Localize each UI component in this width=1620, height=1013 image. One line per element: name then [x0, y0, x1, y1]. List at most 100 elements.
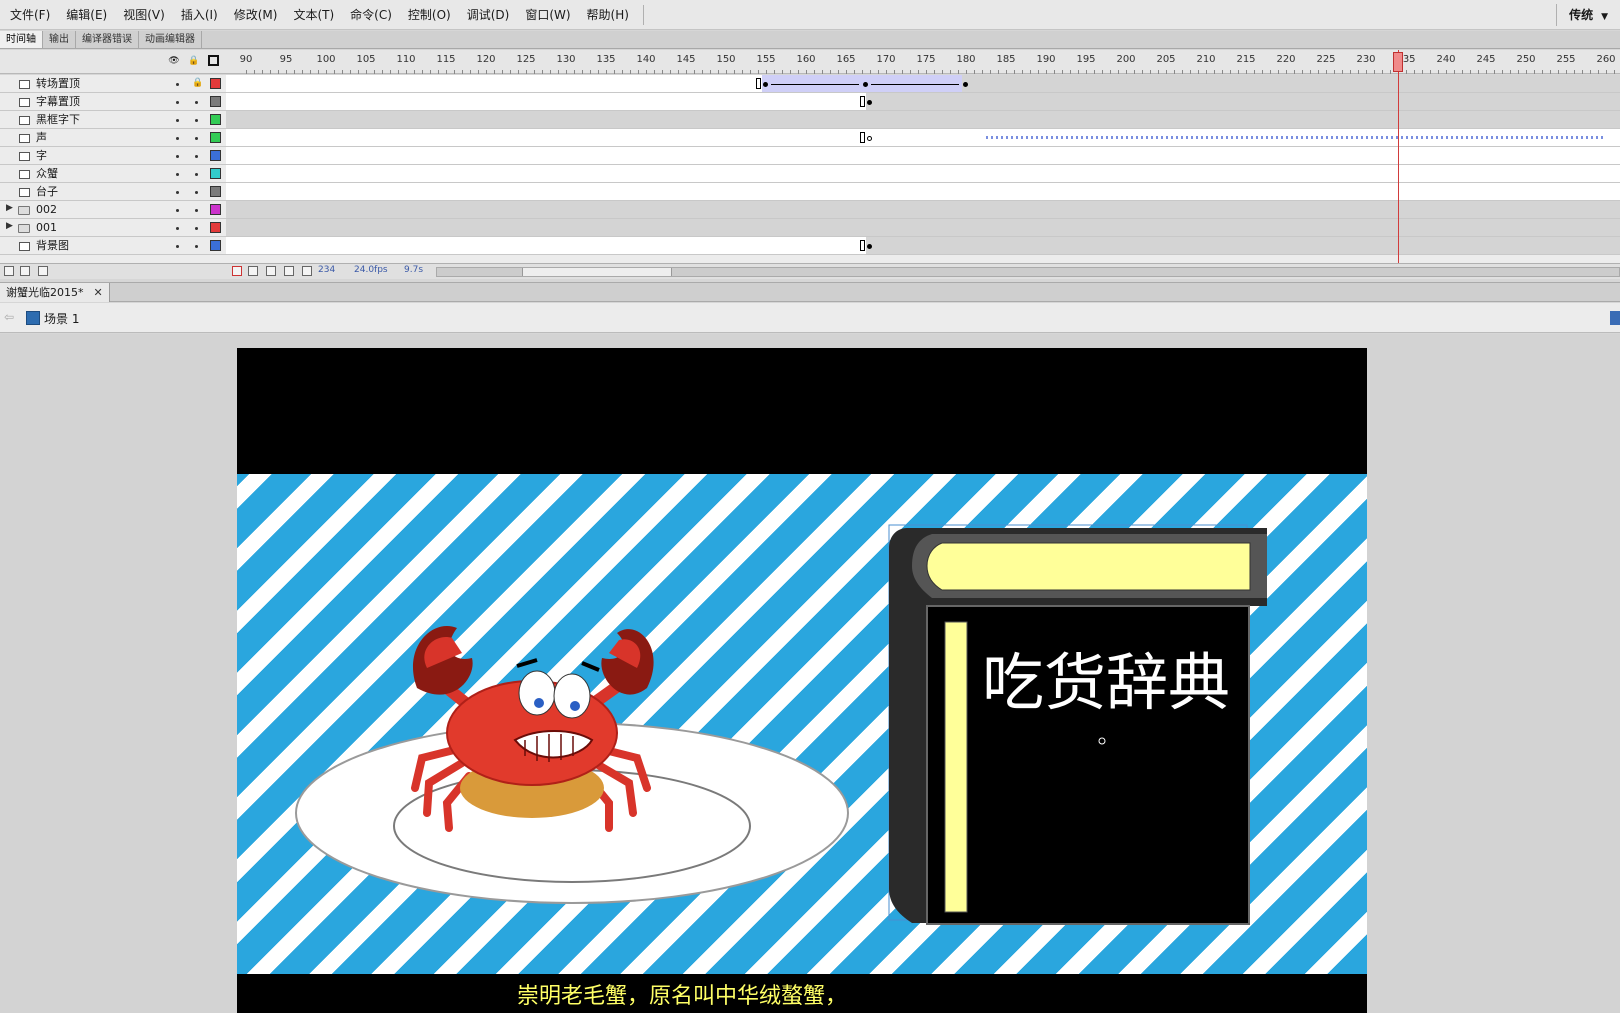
- outline-color-swatch[interactable]: [210, 222, 221, 233]
- lock-icon[interactable]: 🔒: [188, 55, 200, 67]
- frame-ruler[interactable]: 90 95 100 105 110 115 120 125 130 135 140 145 150 155…: [226, 50, 1620, 74]
- layer-row[interactable]: 字幕置顶: [0, 93, 1620, 111]
- layer-row[interactable]: ▶ 001: [0, 219, 1620, 237]
- playhead-handle[interactable]: [1393, 52, 1403, 72]
- frame-track[interactable]: [226, 93, 1620, 110]
- outline-color-swatch[interactable]: [210, 132, 221, 143]
- subtitle-text[interactable]: 崇明老毛蟹，原名叫中华绒螯蟹，: [237, 974, 1367, 1013]
- stage[interactable]: 吃货辞典 崇明老毛蟹，原名叫中华绒螯蟹，: [237, 348, 1367, 1013]
- expand-arrow-icon[interactable]: ▶: [6, 221, 13, 231]
- book-title[interactable]: 吃货辞典: [982, 648, 1242, 718]
- outline-color-swatch[interactable]: [210, 150, 221, 161]
- keyframe[interactable]: [867, 136, 872, 141]
- keyframe[interactable]: [867, 244, 872, 249]
- delete-layer-icon[interactable]: [38, 266, 48, 276]
- layer-row[interactable]: ▶ 002: [0, 201, 1620, 219]
- close-icon[interactable]: ✕: [94, 283, 103, 302]
- frame-track[interactable]: [226, 201, 1620, 218]
- visibility-toggle[interactable]: [176, 155, 179, 158]
- frame-track[interactable]: [226, 75, 1620, 92]
- tab-compiler-errors[interactable]: 编译器错误: [76, 31, 139, 48]
- layer-row[interactable]: 字: [0, 147, 1620, 165]
- end-frame[interactable]: [756, 78, 761, 89]
- outline-color-swatch[interactable]: [210, 204, 221, 215]
- visibility-toggle[interactable]: [176, 209, 179, 212]
- layer-row[interactable]: 转场置顶 🔒: [0, 75, 1620, 93]
- keyframe[interactable]: [863, 82, 868, 87]
- menu-control[interactable]: 控制(O): [400, 0, 459, 30]
- back-arrow-icon[interactable]: ⇦: [4, 310, 14, 324]
- end-frame[interactable]: [860, 132, 865, 143]
- edit-multiple-frames-icon[interactable]: [284, 266, 294, 276]
- frame-track[interactable]: [226, 165, 1620, 182]
- layer-name[interactable]: 002: [36, 202, 57, 218]
- layer-name[interactable]: 声: [36, 130, 47, 146]
- outline-color-swatch[interactable]: [210, 78, 221, 89]
- end-frame[interactable]: [860, 240, 865, 251]
- layer-name[interactable]: 台子: [36, 184, 58, 200]
- expand-arrow-icon[interactable]: ▶: [6, 203, 13, 213]
- outline-color-swatch[interactable]: [210, 168, 221, 179]
- lock-icon[interactable]: 🔒: [192, 78, 203, 88]
- frame-track[interactable]: [226, 237, 1620, 254]
- layer-row[interactable]: 背景图: [0, 237, 1620, 255]
- frame-track[interactable]: [226, 147, 1620, 164]
- outline-color-swatch[interactable]: [210, 240, 221, 251]
- center-frame-icon[interactable]: [232, 266, 242, 276]
- layer-name[interactable]: 字: [36, 148, 47, 164]
- visibility-toggle[interactable]: [176, 137, 179, 140]
- frame-track[interactable]: [226, 111, 1620, 128]
- tab-motion-editor[interactable]: 动画编辑器: [139, 31, 202, 48]
- frame-rate[interactable]: 24.0fps: [354, 265, 388, 275]
- visibility-toggle[interactable]: [176, 83, 179, 86]
- onion-skin-icon[interactable]: [248, 266, 258, 276]
- eye-icon[interactable]: 👁: [168, 55, 180, 67]
- lock-toggle[interactable]: [195, 155, 198, 158]
- onion-markers-icon[interactable]: [302, 266, 312, 276]
- scrollbar-thumb[interactable]: [522, 268, 672, 276]
- frame-track[interactable]: [226, 129, 1620, 146]
- outline-color-swatch[interactable]: [210, 114, 221, 125]
- menu-text[interactable]: 文本(T): [285, 0, 342, 30]
- outline-color-swatch[interactable]: [210, 96, 221, 107]
- current-frame[interactable]: 234: [318, 265, 335, 275]
- timeline-scrollbar[interactable]: [436, 267, 1620, 277]
- new-layer-icon[interactable]: [4, 266, 14, 276]
- keyframe[interactable]: [963, 82, 968, 87]
- workspace-switcher[interactable]: 传统 ▼: [1556, 4, 1608, 26]
- onion-outline-icon[interactable]: [266, 266, 276, 276]
- frame-track[interactable]: [226, 183, 1620, 200]
- edit-symbols-icon[interactable]: [1610, 311, 1620, 325]
- visibility-toggle[interactable]: [176, 245, 179, 248]
- outline-icon[interactable]: [208, 55, 219, 66]
- layer-row[interactable]: 众蟹: [0, 165, 1620, 183]
- layer-name[interactable]: 众蟹: [36, 166, 58, 182]
- keyframe[interactable]: [763, 82, 768, 87]
- lock-toggle[interactable]: [195, 209, 198, 212]
- lock-toggle[interactable]: [195, 173, 198, 176]
- visibility-toggle[interactable]: [176, 101, 179, 104]
- menu-commands[interactable]: 命令(C): [342, 0, 400, 30]
- visibility-toggle[interactable]: [176, 173, 179, 176]
- outline-color-swatch[interactable]: [210, 186, 221, 197]
- layer-name[interactable]: 字幕置顶: [36, 94, 80, 110]
- document-tab[interactable]: 谢蟹光临2015* ✕: [0, 283, 110, 302]
- menu-debug[interactable]: 调试(D): [459, 0, 518, 30]
- layer-name[interactable]: 黑框字下: [36, 112, 80, 128]
- layer-row[interactable]: 台子: [0, 183, 1620, 201]
- layer-name[interactable]: 转场置顶: [36, 76, 80, 92]
- visibility-toggle[interactable]: [176, 191, 179, 194]
- lock-toggle[interactable]: [195, 137, 198, 140]
- menu-help[interactable]: 帮助(H): [579, 0, 637, 30]
- scene-label[interactable]: 场景 1: [44, 310, 79, 327]
- menu-edit[interactable]: 编辑(E): [58, 0, 115, 30]
- tab-timeline[interactable]: 时间轴: [0, 31, 43, 48]
- lock-toggle[interactable]: [195, 119, 198, 122]
- layer-row[interactable]: 黑框字下: [0, 111, 1620, 129]
- visibility-toggle[interactable]: [176, 227, 179, 230]
- lock-toggle[interactable]: [195, 101, 198, 104]
- menu-file[interactable]: 文件(F): [2, 0, 58, 30]
- visibility-toggle[interactable]: [176, 119, 179, 122]
- layer-name[interactable]: 背景图: [36, 238, 69, 254]
- tab-output[interactable]: 输出: [43, 31, 76, 48]
